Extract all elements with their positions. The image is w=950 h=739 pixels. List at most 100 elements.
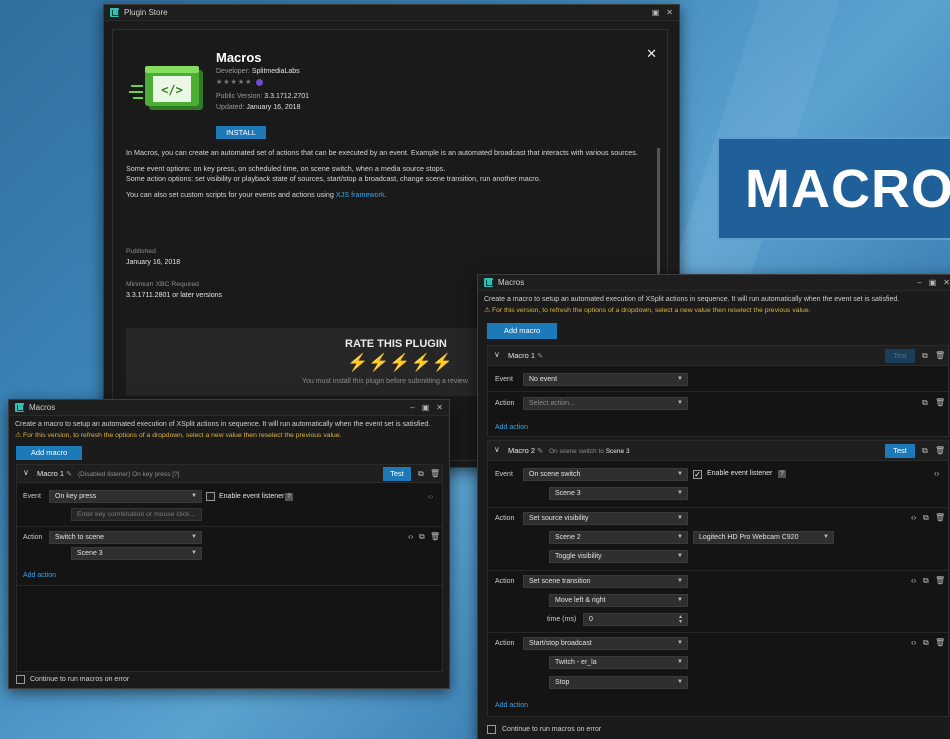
test-button[interactable]: Test	[383, 467, 411, 481]
key-combination-input[interactable]: Enter key combination or mouse click...	[71, 508, 202, 521]
banner-text: MACROS	[745, 158, 950, 219]
updated-date: January 16, 2018	[246, 104, 301, 111]
copy-icon[interactable]: ⧉	[418, 469, 424, 479]
event-dropdown[interactable]: No event ▼	[523, 373, 688, 386]
edit-icon[interactable]: ✎	[537, 353, 543, 360]
continue-on-error-label: Continue to run macros on error	[502, 726, 602, 733]
min-version-value: 3.3.1711.2801 or later versions	[126, 292, 222, 299]
test-button[interactable]: Test	[885, 444, 915, 458]
public-version-label: Public Version:	[216, 93, 263, 100]
xjs-framework-link[interactable]: XJS framework	[336, 190, 385, 199]
macros-titlebar: Macros – ▣ ✕	[478, 275, 950, 291]
copy-icon[interactable]: ⧉	[923, 513, 929, 523]
macro-1-header[interactable]: ∨ Macro 1 ✎ Test ⧉ 🗑	[488, 346, 948, 366]
channel-dropdown[interactable]: Twitch - er_la ▼	[549, 656, 688, 669]
code-icon[interactable]: ‹›	[911, 576, 916, 585]
event-label: Event	[495, 471, 513, 478]
trash-icon[interactable]: 🗑	[935, 638, 945, 647]
macro-list-panel: ∨ Macro 1 ✎ (Disabled listener) On key pre…	[16, 464, 443, 672]
action-dropdown[interactable]: Switch to scene ▼	[49, 531, 202, 544]
warning-line: ⚠ For this version, to refresh the optio…	[484, 306, 950, 314]
action-dropdown[interactable]: Select action... ▼	[523, 397, 688, 410]
add-macro-button[interactable]: Add macro	[487, 323, 557, 339]
edit-icon[interactable]: ✎	[537, 448, 543, 455]
copy-icon[interactable]: ⧉	[923, 638, 929, 648]
chevron-down-icon[interactable]: ∨	[494, 445, 500, 454]
trash-icon[interactable]: 🗑	[935, 576, 945, 585]
rating-bolts-icon[interactable]: ⚡⚡⚡⚡⚡	[347, 353, 453, 373]
copy-icon[interactable]: ⧉	[922, 446, 928, 456]
trash-icon[interactable]: 🗑	[935, 513, 945, 522]
time-ms-stepper[interactable]: 0 ▲ ▼	[583, 613, 688, 626]
code-icon[interactable]: ‹›	[428, 492, 433, 501]
test-button[interactable]: Test	[885, 349, 915, 363]
action-dropdown[interactable]: Set source visibility ▼	[523, 512, 688, 525]
macro-name[interactable]: Macro 2 ✎ On scene switch to Scene 3	[508, 446, 630, 455]
install-button[interactable]: INSTALL	[216, 126, 266, 139]
close-window-icon[interactable]: ✕	[436, 403, 443, 412]
trash-icon[interactable]: 🗑	[430, 532, 440, 541]
code-icon[interactable]: ‹›	[911, 513, 916, 522]
maximize-icon[interactable]: ▣	[929, 278, 937, 287]
stepper-arrows-icon[interactable]: ▲ ▼	[678, 615, 683, 625]
description-paragraph: Some event options: on key press, on sch…	[126, 163, 446, 173]
macro-note-text: On scene switch to	[548, 448, 604, 455]
transition-dropdown[interactable]: Move left & right ▼	[549, 594, 688, 607]
copy-icon[interactable]: ⧉	[419, 532, 425, 542]
close-window-icon[interactable]: ✕	[943, 278, 950, 287]
broadcast-state-dropdown[interactable]: Stop ▼	[549, 676, 688, 689]
trash-icon[interactable]: 🗑	[430, 469, 440, 478]
help-icon[interactable]: ?	[285, 493, 293, 501]
close-window-icon[interactable]: ✕	[666, 8, 673, 17]
add-macro-button[interactable]: Add macro	[16, 446, 82, 460]
help-icon[interactable]: ?	[778, 470, 786, 478]
dropdown-arrow-icon: ▼	[677, 597, 683, 603]
scene-dropdown[interactable]: Scene 2 ▼	[549, 531, 688, 544]
plugin-store-titlebar: Plugin Store ▣ ✕	[104, 5, 679, 21]
copy-icon[interactable]: ⧉	[922, 398, 928, 408]
enable-listener-checkbox[interactable]: ✓	[693, 470, 702, 479]
dropdown-arrow-icon: ▼	[677, 471, 683, 477]
visibility-dropdown[interactable]: Toggle visibility ▼	[549, 550, 688, 563]
copy-icon[interactable]: ⧉	[923, 576, 929, 586]
event-scene-dropdown[interactable]: Scene 3 ▼	[549, 487, 688, 500]
trash-icon[interactable]: 🗑	[935, 351, 945, 360]
trash-icon[interactable]: 🗑	[935, 446, 945, 455]
add-action-link[interactable]: Add action	[495, 702, 528, 709]
developer-line: Developer: SplitmediaLabs	[216, 68, 300, 75]
event-dropdown[interactable]: On scene switch ▼	[523, 468, 688, 481]
minimize-icon[interactable]: –	[917, 278, 921, 287]
edit-icon[interactable]: ✎	[66, 471, 72, 478]
action-dropdown[interactable]: Set scene transition ▼	[523, 575, 688, 588]
divider	[17, 526, 442, 527]
code-icon[interactable]: ‹›	[911, 638, 916, 647]
continue-on-error-checkbox[interactable]	[487, 725, 496, 734]
public-version: 3.3.1712.2701	[264, 93, 310, 100]
continue-on-error-checkbox[interactable]	[16, 675, 25, 684]
chevron-down-icon[interactable]: ∨	[23, 468, 29, 477]
divider	[17, 585, 442, 586]
code-icon[interactable]: ‹›	[934, 469, 939, 478]
trash-icon[interactable]: 🗑	[935, 398, 945, 407]
maximize-icon[interactable]: ▣	[422, 403, 430, 412]
source-dropdown[interactable]: Logitech HD Pro Webcam C920 ▼	[693, 531, 834, 544]
macro-2-header[interactable]: ∨ Macro 2 ✎ On scene switch to Scene 3 Tes…	[488, 441, 948, 461]
close-icon[interactable]: ✕	[646, 46, 657, 62]
macro-name[interactable]: Macro 1 ✎	[508, 351, 543, 360]
event-dropdown[interactable]: On key press ▼	[49, 490, 202, 503]
chevron-down-icon[interactable]: ∨	[494, 350, 500, 359]
minimize-icon[interactable]: –	[410, 403, 414, 412]
add-action-link[interactable]: Add action	[495, 424, 528, 431]
code-icon[interactable]: ‹›	[408, 532, 413, 541]
macro-name[interactable]: Macro 1 ✎ (Disabled listener) On key press…	[37, 469, 179, 478]
add-action-link[interactable]: Add action	[23, 572, 56, 579]
enable-listener-checkbox[interactable]	[206, 492, 215, 501]
maximize-icon[interactable]: ▣	[652, 8, 660, 17]
warning-line: ⚠ For this version, to refresh the optio…	[15, 431, 443, 439]
action-dropdown[interactable]: Start/stop broadcast ▼	[523, 637, 688, 650]
copy-icon[interactable]: ⧉	[922, 351, 928, 361]
dropdown-arrow-icon: ▼	[191, 493, 197, 499]
macro-1-header[interactable]: ∨ Macro 1 ✎ (Disabled listener) On key pre…	[17, 465, 442, 483]
dropdown-value: On key press	[55, 493, 97, 500]
scene-dropdown[interactable]: Scene 3 ▼	[71, 547, 202, 560]
